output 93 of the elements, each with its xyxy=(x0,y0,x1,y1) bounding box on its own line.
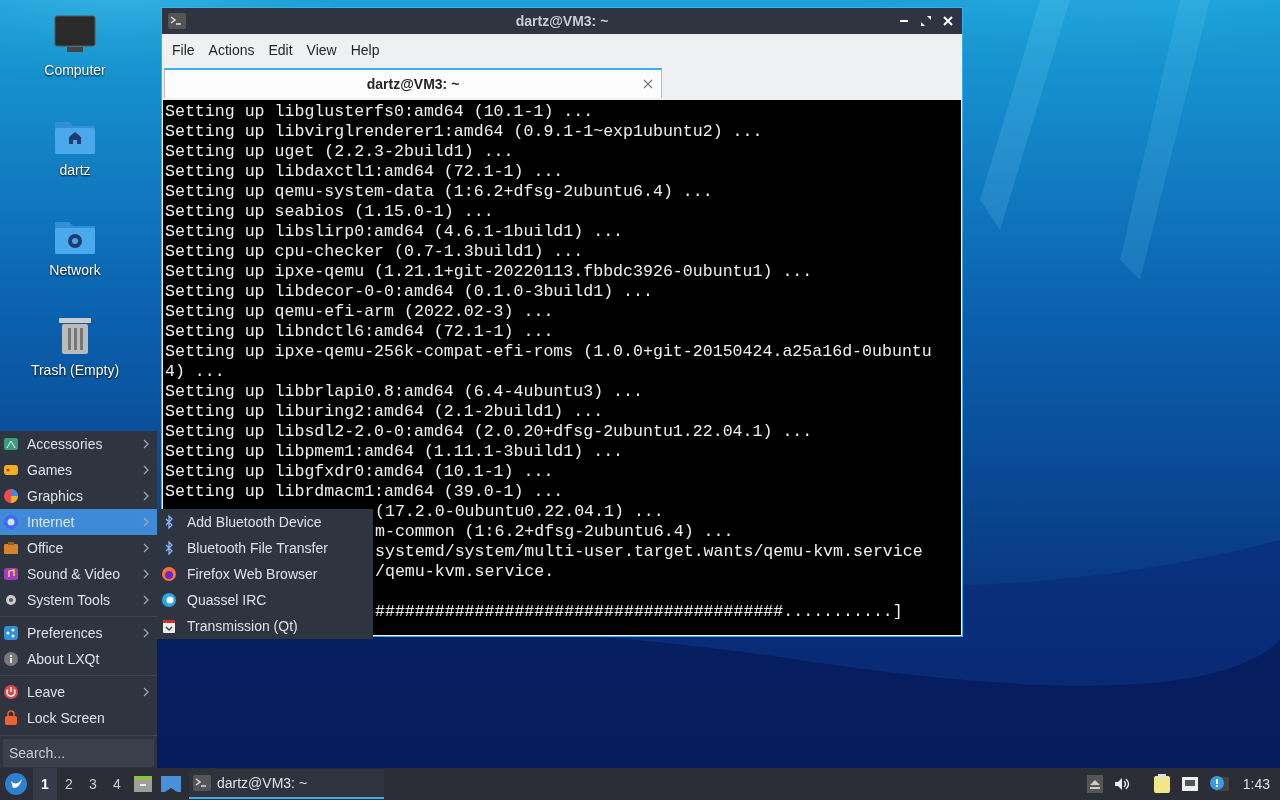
terminal-line: Setting up libvirglrenderer1:amd64 (0.9.1-1~exp1ubuntu2) ... xyxy=(165,122,763,142)
terminal-line: Setting up libsdl2-2.0-0:amd64 (2.0.20+dfsg-2ubuntu1.22.04.1) ... xyxy=(165,422,813,442)
info-icon xyxy=(3,651,19,667)
clock: 1:43 xyxy=(1242,774,1270,794)
submenu-item[interactable]: Quassel IRC xyxy=(157,587,373,613)
desktop-switch-button[interactable]: 1 xyxy=(33,768,57,800)
chevron-right-icon xyxy=(143,543,149,553)
close-tab-icon[interactable] xyxy=(643,79,653,89)
terminal-line: Setting up qemu-efi-arm (2022.02-3) ... xyxy=(165,302,554,322)
menu-item[interactable]: Graphics xyxy=(0,483,157,509)
submenu-item[interactable]: Transmission (Qt) xyxy=(157,613,373,639)
accessories-icon xyxy=(3,436,19,452)
terminal-line: 4) ... xyxy=(165,362,225,382)
power-icon xyxy=(3,684,19,700)
terminal-line: Setting up libpmem1:amd64 (1.11.1-3build1) ... xyxy=(165,442,624,462)
menu-item[interactable]: Office xyxy=(0,535,157,561)
maximize-icon[interactable] xyxy=(920,15,932,27)
menu-item[interactable]: System Tools xyxy=(0,587,157,613)
chevron-right-icon xyxy=(143,491,149,501)
terminal-line: Setting up librdmacm1:amd64 (39.0-1) ... xyxy=(165,482,564,502)
desktop-switch-button[interactable]: 2 xyxy=(57,768,81,800)
torrent-icon xyxy=(161,618,177,634)
menu-item[interactable]: File xyxy=(166,39,201,61)
terminal-line: systemd/system/multi-user.target.wants/qemu-kvm.service xyxy=(375,542,923,562)
terminal-icon xyxy=(168,13,186,29)
menu-item[interactable]: Games xyxy=(0,457,157,483)
terminal-line: Setting up qemu-system-data (1:6.2+dfsg-2ubuntu6.4) ... xyxy=(165,182,713,202)
chevron-right-icon xyxy=(143,595,149,605)
menu-item[interactable]: View xyxy=(300,39,343,61)
terminal-line: Setting up libglusterfs0:amd64 (10.1-1) ... xyxy=(165,102,594,122)
terminal-line: Setting up libgfxdr0:amd64 (10.1-1) ... xyxy=(165,462,554,482)
gear-icon xyxy=(3,592,19,608)
terminal-line: Setting up uget (2.2.3-2build1) ... xyxy=(165,142,514,162)
notification-icon xyxy=(1208,775,1229,793)
terminal-line: Setting up seabios (1.15.0-1) ... xyxy=(165,202,494,222)
terminal-line: #########################################...........] xyxy=(375,602,903,622)
lock-icon xyxy=(3,710,19,726)
menu-item[interactable]: Lock Screen xyxy=(0,705,157,731)
terminal-line: Setting up libdaxctl1:amd64 (72.1-1) ... xyxy=(165,162,564,182)
terminal-icon xyxy=(193,775,211,791)
menu-item[interactable]: Preferences xyxy=(0,620,157,646)
terminal-line: Setting up liburing2:amd64 (2.1-2build1) ... xyxy=(165,402,604,422)
submenu-item[interactable]: Firefox Web Browser xyxy=(157,561,373,587)
desktop-switch-button[interactable]: 4 xyxy=(105,768,129,800)
terminal-line: Setting up ipxe-qemu (1.21.1+git-20220113.fbbdc3926-0ubuntu1) ... xyxy=(165,262,813,282)
desktop-icon-label[interactable]: dartz xyxy=(59,160,91,181)
chevron-right-icon xyxy=(143,465,149,475)
terminal-line: Setting up libdecor-0-0:amd64 (0.1.0-3build1) ... xyxy=(165,282,653,302)
terminal-line: m-common (1:6.2+dfsg-2ubuntu6.4) ... xyxy=(375,522,734,542)
search-field[interactable]: Search... xyxy=(3,739,154,767)
terminal-tab[interactable]: dartz@VM3: ~ xyxy=(164,68,662,98)
file-cabinet-icon[interactable] xyxy=(133,773,155,795)
briefcase-icon xyxy=(3,540,19,556)
browser-icon xyxy=(161,566,177,582)
chevron-right-icon xyxy=(143,628,149,638)
network-icon xyxy=(1180,776,1199,792)
eject-icon xyxy=(1086,775,1103,793)
chat-icon xyxy=(161,592,177,608)
terminal-line: Setting up libbrlapi0.8:amd64 (6.4-4ubuntu3) ... xyxy=(165,382,643,402)
graphics-icon xyxy=(3,488,19,504)
menu-item[interactable]: Help xyxy=(344,39,386,61)
taskbar-task-button[interactable]: dartz@VM3: ~ xyxy=(189,769,384,799)
terminal-line: Setting up ipxe-qemu-256k-compat-efi-roms (1.0.0+git-20150424.a25a16d-0ubuntu xyxy=(165,342,932,362)
menu-item[interactable]: Accessories xyxy=(0,431,157,457)
chevron-right-icon xyxy=(143,569,149,579)
close-icon[interactable] xyxy=(942,15,954,27)
menu-item[interactable]: Leave xyxy=(0,679,157,705)
window-title: dartz@VM3: ~ xyxy=(515,11,609,31)
desktop-switch-button[interactable]: 3 xyxy=(81,768,105,800)
globe-icon xyxy=(3,514,19,530)
terminal-line: Setting up libndctl6:amd64 (72.1-1) ... xyxy=(165,322,554,342)
menu-item[interactable]: Sound & Video xyxy=(0,561,157,587)
chevron-right-icon xyxy=(143,439,149,449)
terminal-line: Setting up libslirp0:amd64 (4.6.1-1build1) ... xyxy=(165,222,624,242)
desktop-icon-label[interactable]: Trash (Empty) xyxy=(30,360,120,381)
start-menu-button[interactable] xyxy=(5,773,27,795)
preferences-icon xyxy=(3,625,19,641)
terminal-line: (17.2.0-0ubuntu0.22.04.1) ... xyxy=(375,502,664,522)
gamepad-icon xyxy=(3,462,19,478)
menu-item[interactable]: About LXQt xyxy=(0,646,157,672)
terminal-line: /qemu-kvm.service. xyxy=(375,562,555,582)
clipboard-icon xyxy=(1152,774,1171,794)
menu-item[interactable]: Actions xyxy=(202,39,261,61)
submenu-item[interactable]: Bluetooth File Transfer xyxy=(157,535,373,561)
terminal-line: Setting up cpu-checker (0.7-1.3build1) ... xyxy=(165,242,584,262)
music-icon xyxy=(3,566,19,582)
submenu-item[interactable]: Add Bluetooth Device xyxy=(157,509,373,535)
chevron-right-icon xyxy=(143,687,149,697)
show-desktop-icon[interactable] xyxy=(161,773,183,795)
chevron-right-icon xyxy=(143,517,149,527)
volume-icon xyxy=(1112,776,1131,792)
desktop-icon-label[interactable]: Network xyxy=(49,260,101,281)
menu-item[interactable]: Edit xyxy=(262,39,299,61)
